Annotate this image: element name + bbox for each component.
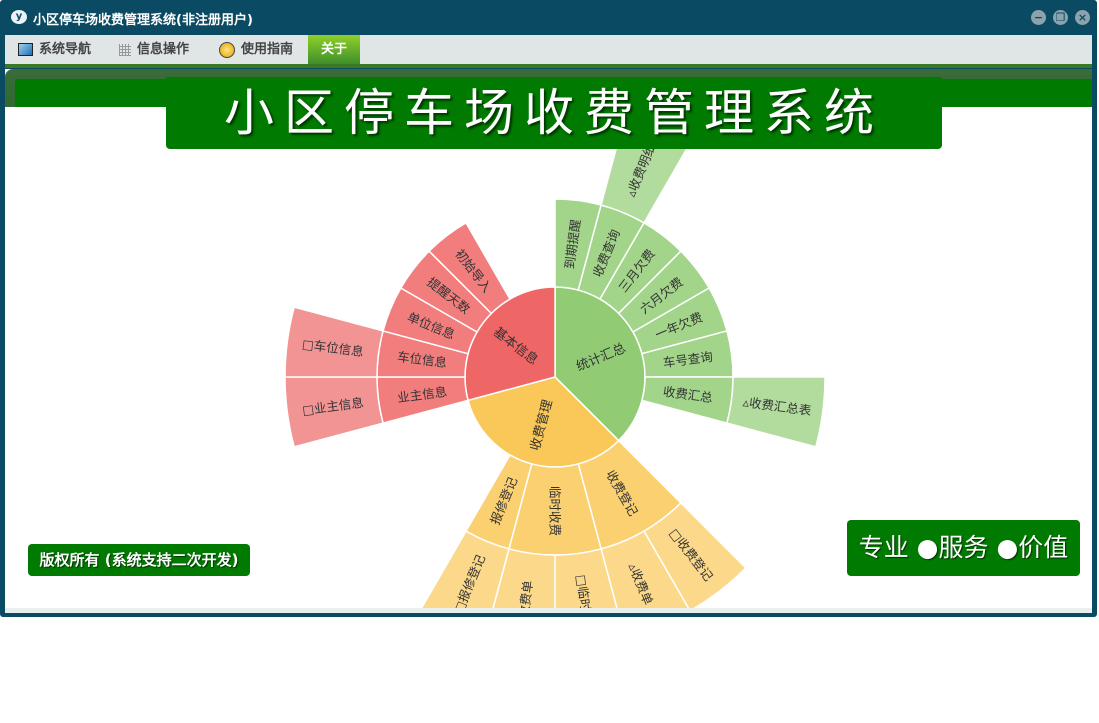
menu-bar: 系统导航 信息操作 使用指南 关于	[5, 35, 1092, 64]
grid-icon	[119, 43, 131, 56]
restore-button[interactable]: ❐	[1053, 10, 1068, 25]
content-area: 小区停车场收费管理系统 统计汇总 到期提醒 收费查询 ▵收费明细 三月欠费 六月欠费 一年欠…	[5, 69, 1092, 608]
monitor-icon	[18, 43, 33, 56]
menu-user-guide[interactable]: 使用指南	[219, 35, 293, 64]
app-logo-icon: y	[11, 10, 27, 24]
title-bar: y 小区停车场收费管理系统(非注册用户) − ❐ ×	[0, 0, 1097, 35]
sunburst-label: 临时收费	[548, 486, 563, 536]
menu-info-ops[interactable]: 信息操作	[119, 35, 189, 64]
menu-system-nav[interactable]: 系统导航	[18, 35, 91, 64]
copyright-badge: 版权所有 (系统支持二次开发)	[28, 544, 250, 576]
help-icon	[219, 41, 235, 58]
page-title: 小区停车场收费管理系统	[166, 77, 942, 149]
close-button[interactable]: ×	[1075, 10, 1090, 25]
minimize-button[interactable]: −	[1031, 10, 1046, 25]
window-title: 小区停车场收费管理系统(非注册用户)	[33, 13, 253, 28]
menu-about[interactable]: 关于	[308, 35, 361, 64]
slogan-badge: 专业 ●服务 ●价值	[847, 520, 1080, 576]
menu-divider	[5, 64, 1092, 68]
